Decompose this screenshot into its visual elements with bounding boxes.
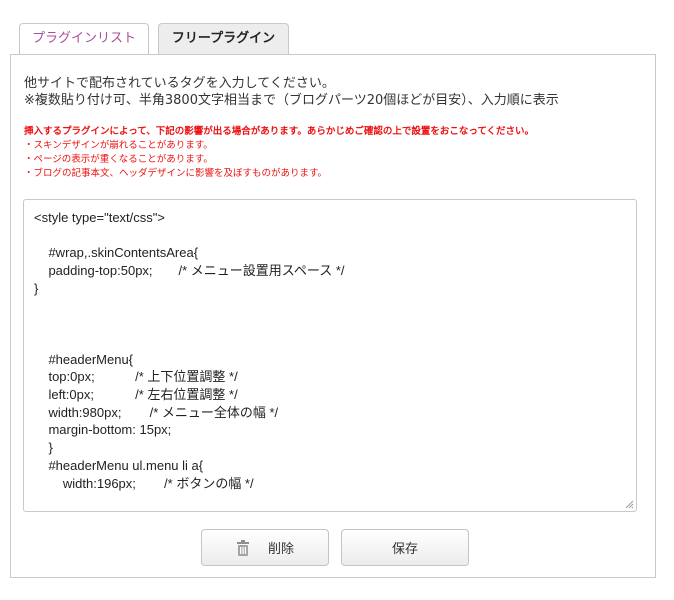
warning-item: ・ページの表示が重くなることがあります。 (24, 154, 213, 165)
intro-line-2: ※複数貼り付け可、半角3800文字相当まで（ブログパーツ20個ほどが目安）、入力… (24, 93, 559, 108)
free-plugin-panel: 他サイトで配布されているタグを入力してください。 ※複数貼り付け可、半角3800… (10, 55, 656, 578)
warning-item: ・ブログの記事本文、ヘッダデザインに影響を及ぼすものがあります。 (24, 168, 328, 179)
resize-grip-icon[interactable] (624, 499, 634, 509)
plugin-code-textarea[interactable]: <style type="text/css"> #wrap,.skinConte… (23, 199, 637, 512)
intro-line-1: 他サイトで配布されているタグを入力してください。 (24, 76, 335, 91)
tab-plugin-list[interactable]: プラグインリスト (19, 23, 149, 55)
tab-bar: プラグインリスト フリープラグイン (0, 0, 674, 55)
save-button[interactable]: 保存 (341, 529, 469, 566)
plugin-code-content[interactable]: <style type="text/css"> #wrap,.skinConte… (34, 209, 624, 492)
delete-button[interactable]: 削除 (201, 529, 329, 566)
save-button-label: 保存 (391, 542, 418, 557)
warning-notice: 挿入するプラグインによって、下記の影響が出る場合があります。あらかじめご確認の上… (24, 125, 534, 181)
trash-icon (236, 539, 249, 556)
intro-text: 他サイトで配布されているタグを入力してください。 ※複数貼り付け可、半角3800… (24, 75, 559, 109)
warning-item: ・スキンデザインが崩れることがあります。 (24, 140, 213, 151)
tab-free-plugin[interactable]: フリープラグイン (158, 23, 289, 55)
delete-button-label: 削除 (267, 542, 294, 557)
warning-heading: 挿入するプラグインによって、下記の影響が出る場合があります。あらかじめご確認の上… (24, 126, 535, 137)
